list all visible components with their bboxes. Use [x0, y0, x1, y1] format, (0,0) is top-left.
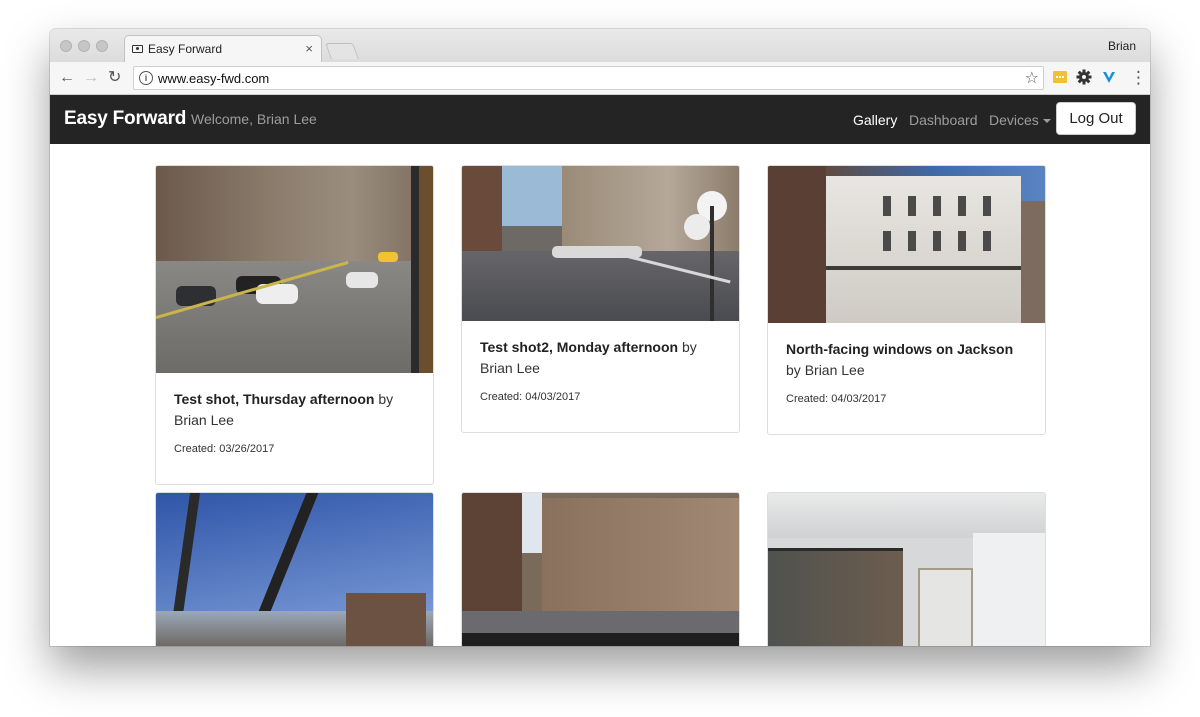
minimize-window-button[interactable] [78, 40, 90, 52]
logout-button[interactable]: Log Out [1056, 102, 1136, 135]
card-title-line: Test shot2, Monday afternoon by Brian Le… [480, 337, 721, 379]
card-by: by [681, 339, 697, 355]
photo-corner-building[interactable] [462, 493, 739, 646]
forward-arrow-icon[interactable]: → [83, 68, 99, 88]
card-title[interactable]: Test shot, Thursday afternoon [174, 391, 374, 407]
card-body: Test shot2, Monday afternoon by Brian Le… [462, 321, 739, 403]
card-title-line: Test shot, Thursday afternoon by Brian L… [174, 389, 415, 431]
devices-label: Devices [989, 112, 1039, 128]
browser-tab[interactable]: Easy Forward × [124, 35, 322, 63]
gallery-card[interactable] [767, 492, 1046, 646]
gallery-card[interactable]: Test shot, Thursday afternoon by Brian L… [155, 165, 434, 485]
created-date: 03/26/2017 [219, 443, 275, 455]
created-date: 04/03/2017 [831, 393, 887, 405]
welcome-text: Welcome, Brian Lee [191, 111, 317, 127]
bookmark-star-icon[interactable]: ☆ [1025, 68, 1039, 88]
created-label: Created: [174, 443, 217, 455]
gallery-card[interactable] [461, 492, 740, 646]
gear-icon[interactable] [1076, 69, 1092, 85]
card-author: Brian Lee [480, 360, 540, 376]
card-created: Created: 03/26/2017 [174, 443, 415, 455]
sticky-note-icon[interactable] [1052, 69, 1068, 85]
camera-icon [132, 45, 143, 53]
photo-interior-atrium[interactable] [768, 493, 1045, 646]
card-created: Created: 04/03/2017 [786, 393, 1027, 405]
profile-name[interactable]: Brian [1108, 39, 1136, 53]
reload-icon[interactable]: ↻ [108, 68, 121, 88]
title-bar: Easy Forward × Brian [50, 29, 1150, 63]
card-author: Brian Lee [804, 362, 865, 378]
photo-street-view[interactable] [156, 166, 433, 373]
photo-street-lamps[interactable] [462, 166, 739, 321]
card-by: by [378, 391, 394, 407]
tab-title: Easy Forward [148, 42, 223, 56]
app-navbar: Easy Forward Welcome, Brian Lee Gallery … [50, 95, 1150, 144]
zoom-window-button[interactable] [96, 40, 108, 52]
gallery-card[interactable]: Test shot2, Monday afternoon by Brian Le… [461, 165, 740, 433]
browser-toolbar: ← → ↻ i www.easy-fwd.com ☆ ⋮ [50, 62, 1150, 95]
card-created: Created: 04/03/2017 [480, 391, 721, 403]
gallery-card[interactable]: North-facing windows on Jackson by Brian… [767, 165, 1046, 435]
brand-logo[interactable]: Easy Forward [64, 108, 186, 130]
card-body: North-facing windows on Jackson by Brian… [768, 323, 1045, 405]
close-window-button[interactable] [60, 40, 72, 52]
created-label: Created: [786, 393, 829, 405]
info-icon[interactable]: i [139, 71, 153, 85]
gallery-grid: Test shot, Thursday afternoon by Brian L… [50, 144, 1150, 646]
card-title[interactable]: North-facing windows on Jackson [786, 341, 1013, 357]
browser-menu-icon[interactable]: ⋮ [1130, 68, 1147, 88]
photo-sky-window[interactable] [156, 493, 433, 646]
back-arrow-icon[interactable]: ← [59, 68, 75, 88]
caret-down-icon [1042, 119, 1051, 124]
nav-devices-dropdown[interactable]: Devices [989, 112, 1051, 128]
close-tab-icon[interactable]: × [305, 41, 313, 56]
created-label: Created: [480, 391, 523, 403]
card-body: Test shot, Thursday afternoon by Brian L… [156, 373, 433, 455]
card-by: by [786, 362, 801, 378]
photo-building-facade[interactable] [768, 166, 1045, 323]
card-title[interactable]: Test shot2, Monday afternoon [480, 339, 678, 355]
new-tab-button[interactable] [325, 43, 359, 59]
nav-gallery-link[interactable]: Gallery [853, 112, 897, 128]
card-title-line: North-facing windows on Jackson by Brian… [786, 339, 1027, 381]
browser-window: Easy Forward × Brian ← → ↻ i www.easy-fw… [50, 29, 1150, 646]
created-date: 04/03/2017 [525, 391, 581, 403]
v-logo-icon[interactable] [1101, 69, 1117, 85]
card-author: Brian Lee [174, 412, 234, 428]
gallery-card[interactable] [155, 492, 434, 646]
nav-dashboard-link[interactable]: Dashboard [909, 112, 978, 128]
url-text[interactable]: www.easy-fwd.com [158, 71, 269, 86]
address-bar[interactable]: i www.easy-fwd.com ☆ [133, 66, 1044, 90]
